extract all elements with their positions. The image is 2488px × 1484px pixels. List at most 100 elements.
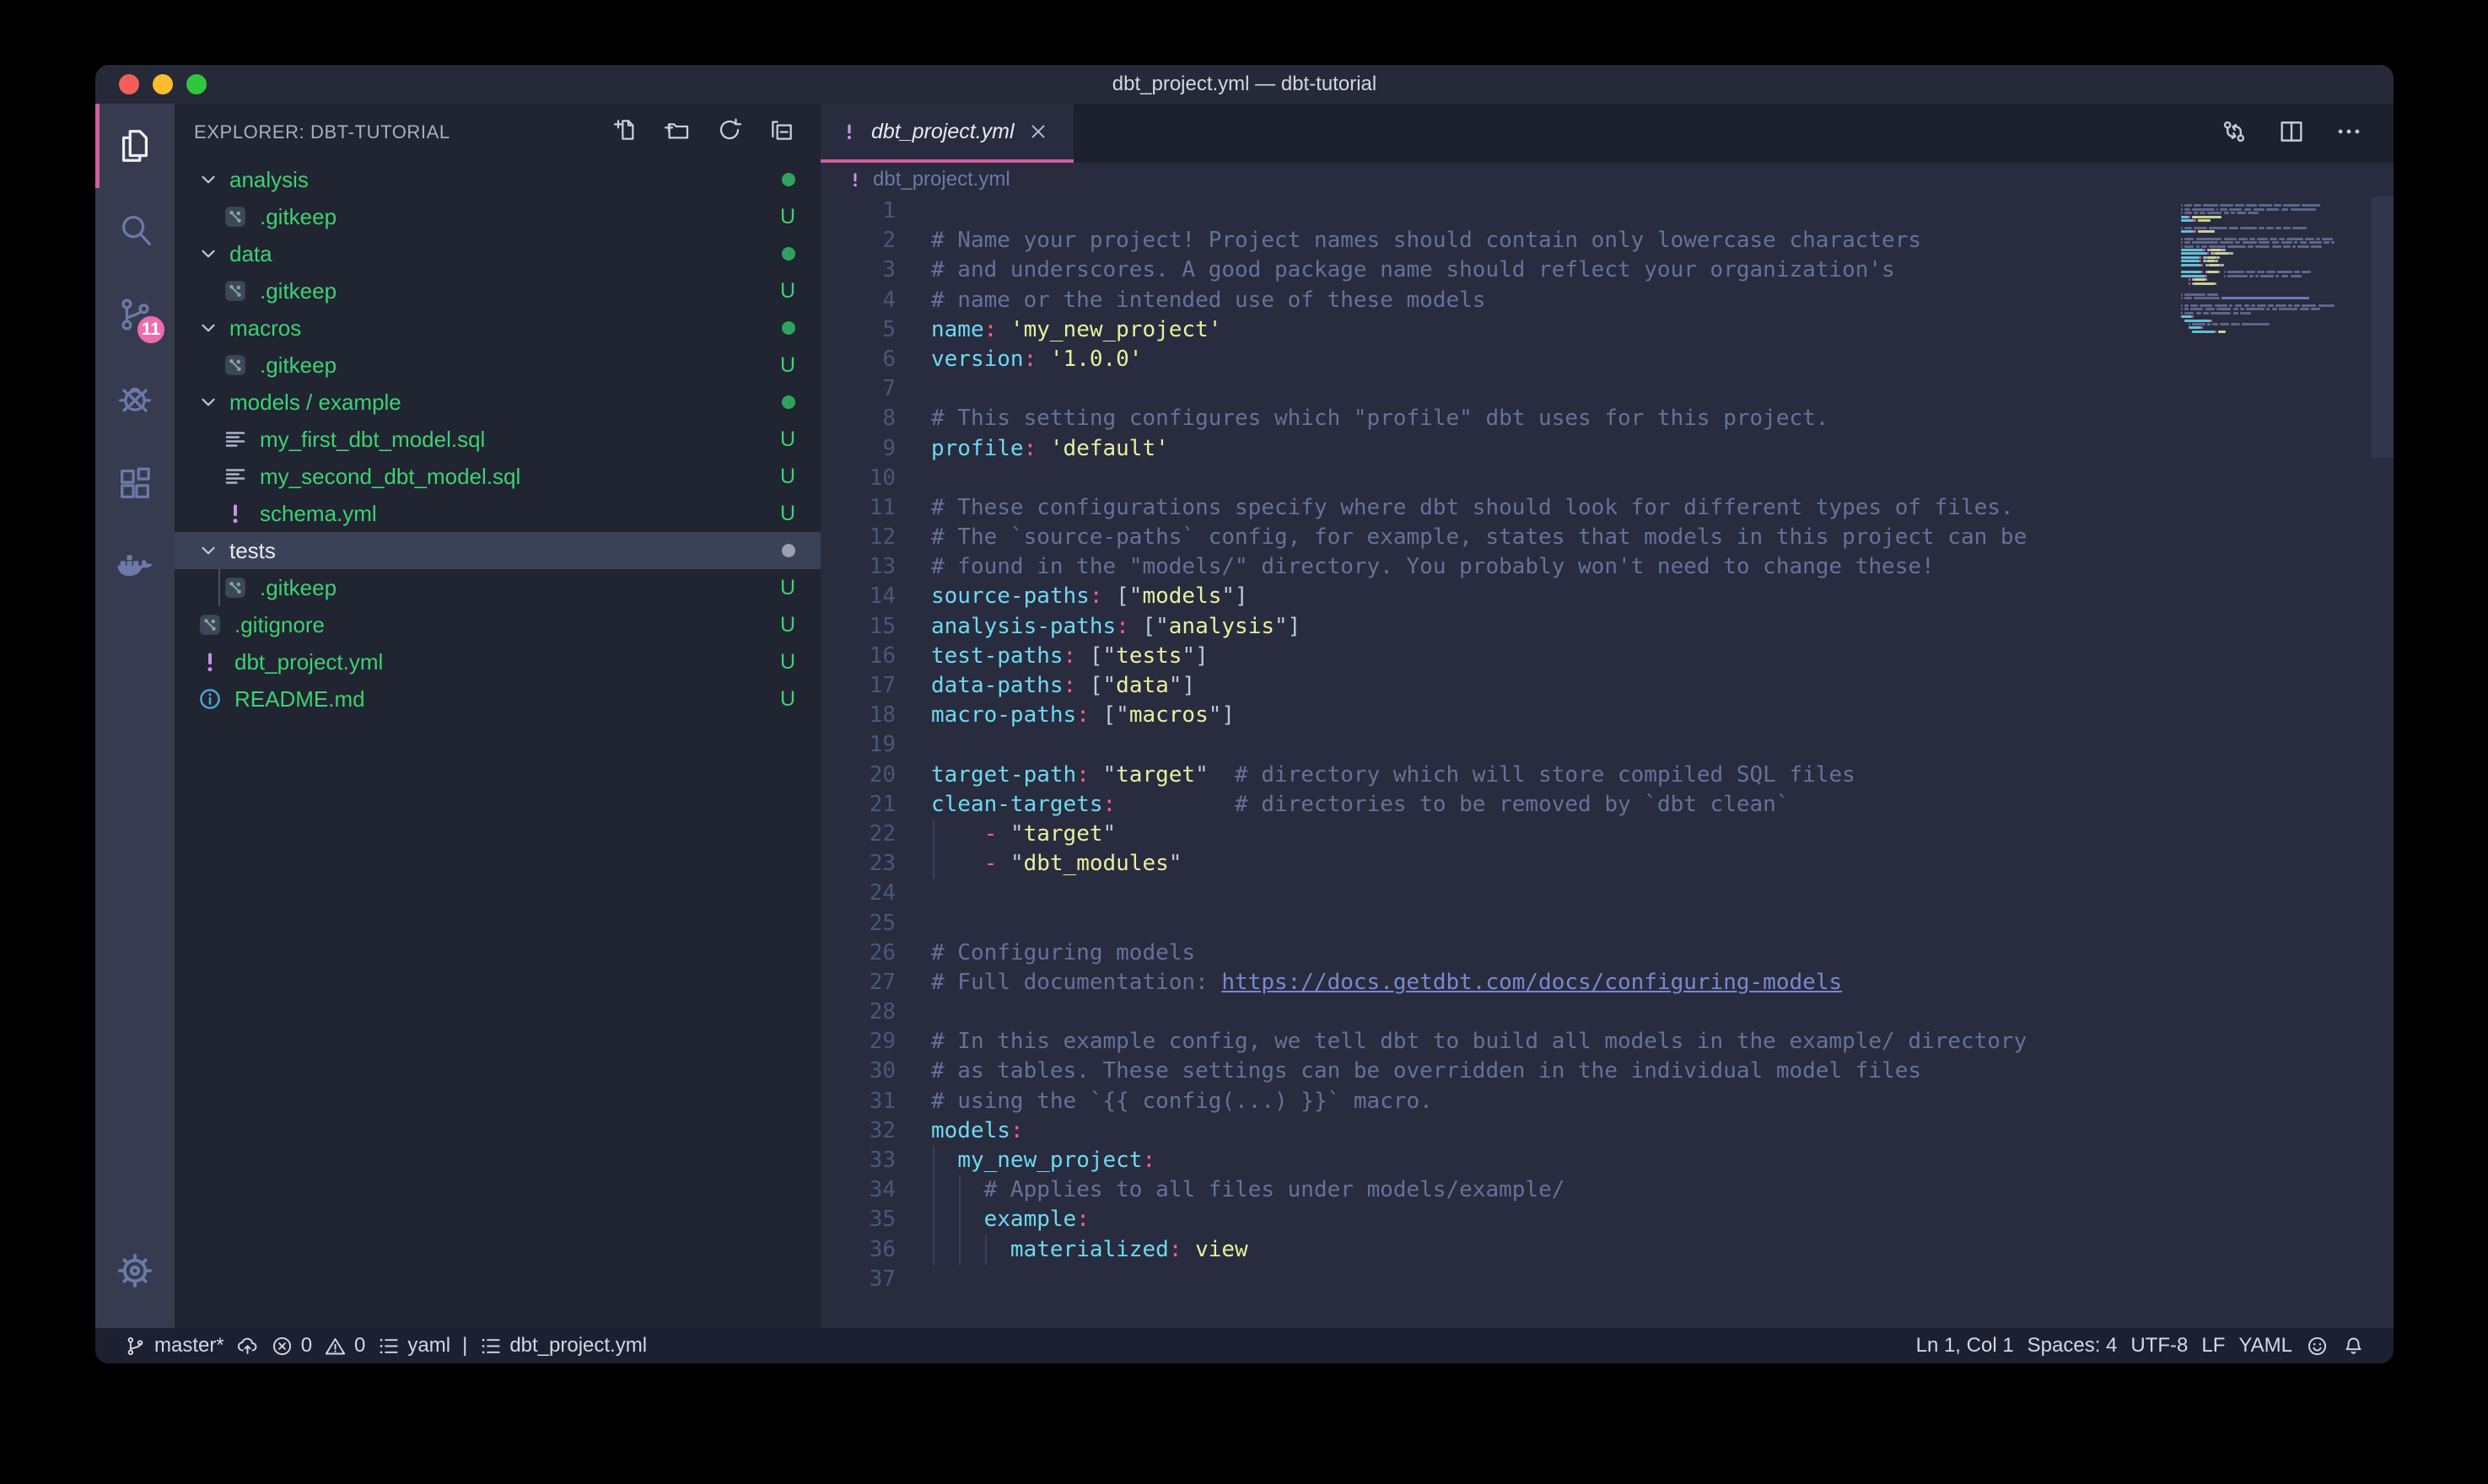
activity-item-debug[interactable] [95,357,175,441]
new-folder-icon [664,116,691,143]
new-folder-button[interactable] [664,116,691,149]
code-line: 30# as tables. These settings can be ove… [821,1057,2394,1086]
git-untracked-badge: U [780,613,795,637]
line-number: 10 [821,464,896,493]
tree-file--gitkeep[interactable]: .gitkeep U [175,569,821,606]
tree-folder-models-example[interactable]: models / example [175,384,821,421]
tree-file-my-first-dbt-model-sql[interactable]: my_first_dbt_model.sqlU [175,421,821,458]
code-line: 8# This setting configures which "profil… [821,404,2394,433]
code-line: 25 [821,909,2394,938]
activity-item-settings[interactable] [95,1229,175,1313]
status-item-outline-file[interactable]: dbt_project.yml [479,1334,647,1358]
status-item-cursor-position[interactable]: Ln 1, Col 1 [1916,1334,2014,1358]
tree-folder-macros[interactable]: macros [175,309,821,347]
git-icon [197,612,223,637]
code-line: 34 # Applies to all files under models/e… [821,1175,2394,1205]
breadcrumb[interactable]: dbt_project.yml [821,163,2394,196]
collapse-all-button[interactable] [768,116,795,149]
tab-dbt-project-yml[interactable]: dbt_project.yml [821,104,1074,163]
tab-bar: dbt_project.yml [821,104,2394,163]
line-number: 14 [821,582,896,611]
minimize-window-button[interactable] [153,74,173,94]
tree-file--gitkeep[interactable]: .gitkeepU [175,272,821,309]
tree-file--gitkeep[interactable]: .gitkeepU [175,347,821,384]
editor-actions [2220,104,2394,163]
status-item-warnings[interactable]: 0 [324,1334,365,1358]
close-window-button[interactable] [119,74,139,94]
line-number: 3 [821,255,896,285]
titlebar: dbt_project.yml — dbt-tutorial [95,65,2394,104]
indent-guide [933,1146,934,1175]
status-item-outline-yaml[interactable]: yaml [377,1334,450,1358]
diff-icon [2220,117,2248,146]
status-item-notifications[interactable] [2342,1335,2365,1358]
tree-file-my-second-dbt-model-sql[interactable]: my_second_dbt_model.sqlU [175,458,821,495]
close-icon[interactable] [1026,120,1050,143]
tree-item-label: tests [229,538,276,564]
tree-file-readme-md[interactable]: README.mdU [175,680,821,718]
traffic-lights [119,65,207,104]
minimap[interactable] [2181,201,2370,337]
activity-item-search[interactable] [95,188,175,272]
more-actions-button[interactable] [2335,117,2363,150]
error-icon [271,1335,293,1358]
scm-changes-badge: 11 [134,313,168,347]
info-icon [197,686,223,712]
status-item-errors[interactable]: 0 [271,1334,312,1358]
tree-folder-tests[interactable]: tests [175,532,821,569]
editor-scrollbar[interactable] [2372,196,2394,458]
status-item-language-mode[interactable]: YAML [2238,1334,2292,1358]
yaml-warning-icon [223,501,248,526]
status-item-label: 0 [354,1334,365,1358]
explorer-title: EXPLORER: DBT-TUTORIAL [194,121,450,143]
git-untracked-badge: U [780,576,795,600]
explorer-sidebar: EXPLORER: DBT-TUTORIAL analysis .gitkeep U… [175,104,821,1328]
tree-item-label: schema.yml [260,501,377,527]
split-editor-button[interactable] [2277,117,2306,150]
status-item-git-branch[interactable]: master* [124,1334,224,1358]
code-line: 18macro-paths: ["macros"] [821,701,2394,730]
activity-item-source-control[interactable]: 11 [95,272,175,357]
line-number: 2 [821,226,896,255]
tree-file-dbt-project-yml[interactable]: dbt_project.ymlU [175,643,821,680]
tree-item-label: .gitkeep [260,575,337,601]
list-icon [377,1335,400,1358]
tree-file--gitignore[interactable]: .gitignoreU [175,606,821,643]
code-line: 13# found in the "models/" directory. Yo… [821,552,2394,582]
tree-file-schema-yml[interactable]: schema.ymlU [175,495,821,532]
code-line: 21clean-targets: # directories to be rem… [821,790,2394,820]
status-item-label: dbt_project.yml [509,1334,647,1358]
status-item-feedback[interactable] [2306,1335,2329,1358]
line-number: 37 [821,1265,896,1294]
status-item-encoding[interactable]: UTF-8 [2130,1334,2188,1358]
line-number: 26 [821,938,896,968]
indent-guide [933,1175,934,1205]
tree-item-label: analysis [229,167,309,193]
status-item-indentation[interactable]: Spaces: 4 [2028,1334,2118,1358]
code-line: 36 materialized: view [821,1235,2394,1265]
search-icon [116,211,154,250]
status-item-label: yaml [407,1334,450,1358]
tree-folder-data[interactable]: data [175,235,821,272]
indent-guide [933,1235,934,1265]
activity-item-extensions[interactable] [95,441,175,525]
code-line: 33 my_new_project: [821,1146,2394,1175]
line-number: 15 [821,612,896,642]
indent-guide [933,849,934,879]
tree-folder-analysis[interactable]: analysis [175,161,821,198]
line-number: 27 [821,968,896,997]
activity-item-docker[interactable] [95,525,175,610]
activity-item-explorer[interactable] [95,104,175,188]
code-editor[interactable]: 12# Name your project! Project names sho… [821,196,2394,1328]
line-number: 16 [821,642,896,671]
status-item-sync[interactable] [236,1335,259,1358]
status-item-eol[interactable]: LF [2201,1334,2225,1358]
open-changes-button[interactable] [2220,117,2248,150]
code-line: 4# name or the intended use of these mod… [821,286,2394,315]
line-number: 19 [821,730,896,760]
refresh-button[interactable] [716,116,743,149]
line-number: 4 [821,286,896,315]
new-file-button[interactable] [611,116,638,149]
zoom-window-button[interactable] [186,74,207,94]
tree-file--gitkeep[interactable]: .gitkeepU [175,198,821,235]
